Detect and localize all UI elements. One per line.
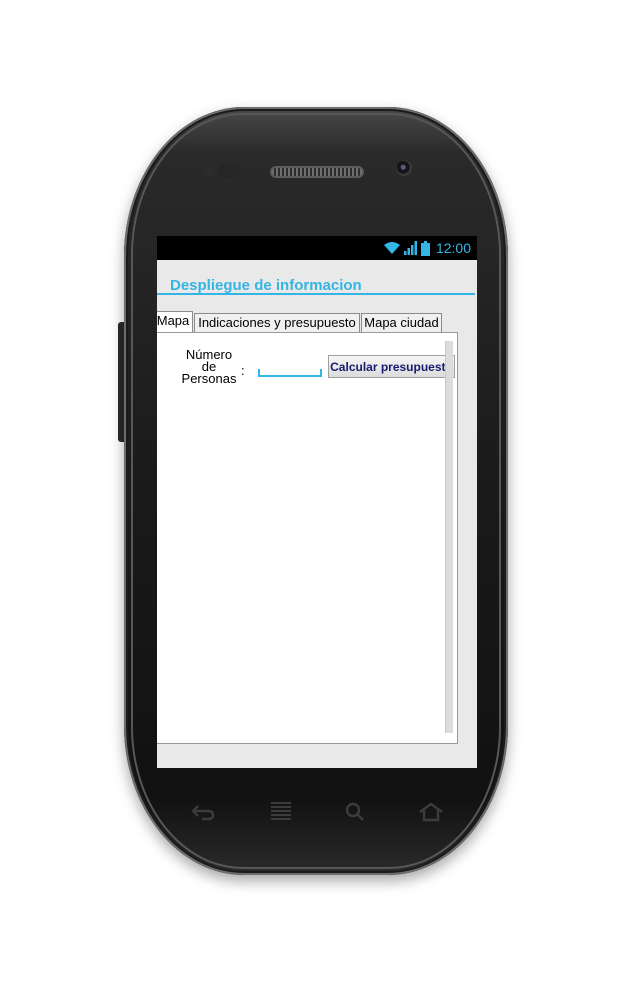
personas-input[interactable] <box>258 363 322 377</box>
proximity-sensor <box>204 166 214 176</box>
wifi-icon <box>383 242 400 254</box>
label-colon: : <box>241 363 245 378</box>
tab-mapa[interactable]: Mapa <box>157 311 193 333</box>
back-icon <box>191 805 215 821</box>
home-icon <box>419 802 443 822</box>
status-time: 12:00 <box>435 240 471 256</box>
front-camera-icon <box>396 160 412 176</box>
search-icon <box>345 802 364 821</box>
menu-button[interactable] <box>266 800 296 824</box>
tab-content-panel: Número de Personas : Calcular presupuest… <box>157 332 458 744</box>
search-button[interactable] <box>340 800 370 824</box>
light-sensor <box>218 164 240 178</box>
home-button[interactable] <box>416 800 446 824</box>
page-title: Despliegue de informacion <box>170 277 362 294</box>
title-divider <box>157 293 475 295</box>
battery-icon <box>420 240 430 256</box>
scrollbar[interactable] <box>445 341 453 733</box>
status-bar: 12:00 <box>157 236 477 260</box>
tab-mapa-ciudad[interactable]: Mapa ciudad <box>361 313 442 333</box>
signal-icon <box>403 241 417 255</box>
back-button[interactable] <box>188 800 218 824</box>
calcular-presupuesto-button[interactable]: Calcular presupuesto <box>328 355 455 378</box>
phone-screen: 12:00 Despliegue de informacion Mapa Ind… <box>157 236 477 768</box>
menu-icon <box>271 802 291 820</box>
personas-label-line3: Personas <box>181 371 237 386</box>
tab-indicaciones-presupuesto[interactable]: Indicaciones y presupuesto <box>194 313 360 333</box>
earpiece-speaker <box>270 166 364 178</box>
personas-label: Número de Personas <box>174 348 244 386</box>
